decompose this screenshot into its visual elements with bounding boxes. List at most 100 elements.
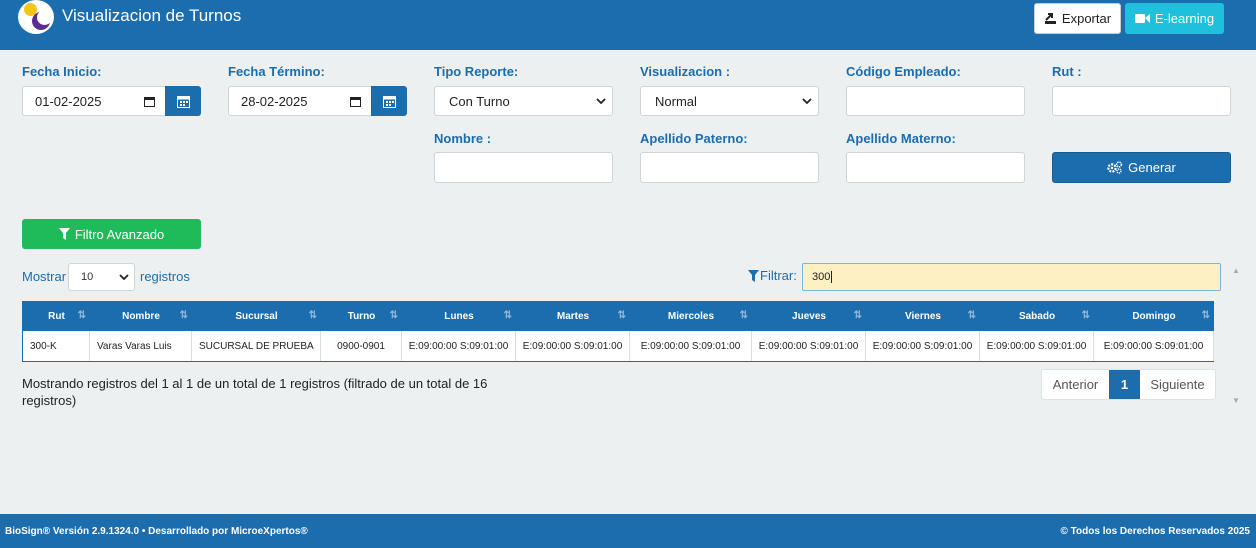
filtrar-input[interactable]: 300 xyxy=(802,263,1221,291)
sort-icon: ⇅ xyxy=(308,310,318,321)
table-cell: E:09:00:00 S:09:01:00 xyxy=(752,331,866,361)
fecha-termino-input[interactable]: 28-02-2025 xyxy=(228,86,372,116)
scroll-down-arrow-icon[interactable]: ▼ xyxy=(1232,396,1240,405)
video-camera-icon xyxy=(1134,14,1150,23)
biosign-logo-icon xyxy=(18,0,54,34)
page-length-value: 10 xyxy=(81,271,94,283)
sort-icon: ⇅ xyxy=(967,310,977,321)
sort-icon: ⇅ xyxy=(853,310,863,321)
table-cell: E:09:00:00 S:09:01:00 xyxy=(516,331,630,361)
filtro-avanzado-button[interactable]: Filtro Avanzado xyxy=(22,219,201,249)
fecha-termino-value: 28-02-2025 xyxy=(241,93,308,109)
tipo-reporte-label: Tipo Reporte: xyxy=(434,64,519,79)
scroll-up-arrow-icon[interactable]: ▲ xyxy=(1232,266,1240,275)
table-cell: Varas Varas Luis xyxy=(90,331,192,361)
generar-label: Generar xyxy=(1128,160,1176,175)
apellido-materno-input[interactable] xyxy=(846,152,1025,183)
filtro-avanzado-label: Filtro Avanzado xyxy=(74,226,165,242)
footer-copyright: © Todos los Derechos Reservados 2025 xyxy=(1060,526,1250,537)
fecha-inicio-calendar-button[interactable] xyxy=(165,86,201,116)
visualizacion-label: Visualizacion : xyxy=(640,64,731,79)
pager-page-1[interactable]: 1 xyxy=(1109,370,1140,399)
sort-icon: ⇅ xyxy=(1081,310,1091,321)
sort-icon: ⇅ xyxy=(617,310,627,321)
fecha-inicio-label: Fecha Inicio: xyxy=(22,64,102,79)
fecha-inicio-value: 01-02-2025 xyxy=(35,93,102,109)
export-label: Exportar xyxy=(1061,11,1112,26)
column-header-viernes[interactable]: Viernes ⇅ xyxy=(866,302,980,331)
column-header-lunes[interactable]: Lunes ⇅ xyxy=(402,302,516,331)
filtrar-value: 300 xyxy=(812,271,831,283)
page-length-select[interactable]: 10 xyxy=(68,263,135,291)
table-header: Rut ⇅ Nombre ⇅ Sucursal ⇅ Turno ⇅ Lunes ⇅ Martes ⇅ M… xyxy=(23,302,1213,331)
sort-icon: ⇅ xyxy=(739,310,749,321)
pager-next-button[interactable]: Siguiente xyxy=(1140,370,1215,399)
generar-button[interactable]: Generar xyxy=(1052,152,1231,183)
visualizacion-value: Normal xyxy=(655,93,697,109)
apellido-paterno-input[interactable] xyxy=(640,152,819,183)
mostrar-label: Mostrar xyxy=(22,269,67,284)
calendar-small-icon xyxy=(350,96,361,107)
rut-input[interactable] xyxy=(1052,86,1231,116)
pager-prev-button[interactable]: Anterior xyxy=(1042,370,1109,399)
export-icon xyxy=(1044,13,1056,24)
sort-icon: ⇅ xyxy=(179,310,189,321)
visualizacion-select[interactable]: Normal xyxy=(640,86,819,116)
nombre-label: Nombre : xyxy=(434,131,492,146)
apellido-materno-label: Apellido Materno: xyxy=(846,131,956,146)
export-button[interactable]: Exportar xyxy=(1034,3,1121,34)
tipo-reporte-value: Con Turno xyxy=(449,93,510,109)
sort-icon: ⇅ xyxy=(503,310,513,321)
column-header-nombre[interactable]: Nombre ⇅ xyxy=(90,302,192,331)
column-header-domingo[interactable]: Domingo ⇅ xyxy=(1094,302,1214,331)
nombre-input[interactable] xyxy=(434,152,613,183)
column-header-jueves[interactable]: Jueves ⇅ xyxy=(752,302,866,331)
sort-icon: ⇅ xyxy=(1201,310,1211,321)
chevron-down-icon xyxy=(802,97,812,104)
table-cell: E:09:00:00 S:09:01:00 xyxy=(866,331,980,361)
codigo-empleado-label: Código Empleado: xyxy=(846,64,961,79)
table-cell: E:09:00:00 S:09:01:00 xyxy=(1094,331,1214,361)
table-info: Mostrando registros del 1 al 1 de un tot… xyxy=(22,376,488,408)
table-cell: E:09:00:00 S:09:01:00 xyxy=(630,331,752,361)
registros-label: registros xyxy=(140,269,190,284)
gears-icon xyxy=(1107,161,1123,174)
turnos-table: Rut ⇅ Nombre ⇅ Sucursal ⇅ Turno ⇅ Lunes ⇅ Martes ⇅ M… xyxy=(22,301,1214,362)
chevron-down-icon xyxy=(596,97,606,104)
footer-version: BioSign® Versión 2.9.1324.0 • Desarrolla… xyxy=(5,526,308,537)
table-cell: 300-K xyxy=(23,331,90,361)
elearning-label: E-learning xyxy=(1154,11,1215,26)
fecha-termino-label: Fecha Término: xyxy=(228,64,325,79)
app-header: Visualizacion de Turnos Exportar E-learn… xyxy=(0,0,1256,50)
page-title: Visualizacion de Turnos xyxy=(62,6,242,25)
table-cell: E:09:00:00 S:09:01:00 xyxy=(980,331,1094,361)
filter-icon xyxy=(58,228,70,240)
table-cell: SUCURSAL DE PRUEBA xyxy=(192,331,321,361)
table-cell: 0900-0901 xyxy=(321,331,402,361)
column-header-miercoles[interactable]: Miercoles ⇅ xyxy=(630,302,752,331)
column-header-sabado[interactable]: Sabado ⇅ xyxy=(980,302,1094,331)
elearning-button[interactable]: E-learning xyxy=(1125,3,1224,34)
chevron-down-icon xyxy=(119,273,129,280)
column-header-turno[interactable]: Turno ⇅ xyxy=(321,302,402,331)
pagination: Anterior 1 Siguiente xyxy=(1041,369,1216,400)
codigo-empleado-input[interactable] xyxy=(846,86,1025,116)
column-header-martes[interactable]: Martes ⇅ xyxy=(516,302,630,331)
fecha-inicio-input[interactable]: 01-02-2025 xyxy=(22,86,166,116)
calendar-icon xyxy=(382,95,396,108)
calendar-icon xyxy=(176,95,190,108)
column-header-sucursal[interactable]: Sucursal ⇅ xyxy=(192,302,321,331)
tipo-reporte-select[interactable]: Con Turno xyxy=(434,86,613,116)
rut-label: Rut : xyxy=(1052,64,1082,79)
filter-icon xyxy=(748,269,759,282)
app-footer: BioSign® Versión 2.9.1324.0 • Desarrolla… xyxy=(0,514,1256,548)
filtrar-label-group: Filtrar: xyxy=(748,268,797,283)
table-cell: E:09:00:00 S:09:01:00 xyxy=(402,331,516,361)
calendar-small-icon xyxy=(144,96,155,107)
sort-icon: ⇅ xyxy=(77,310,87,321)
apellido-paterno-label: Apellido Paterno: xyxy=(640,131,748,146)
fecha-termino-calendar-button[interactable] xyxy=(371,86,407,116)
column-header-rut[interactable]: Rut ⇅ xyxy=(23,302,90,331)
filtrar-label: Filtrar: xyxy=(760,268,797,283)
sort-icon: ⇅ xyxy=(389,310,399,321)
